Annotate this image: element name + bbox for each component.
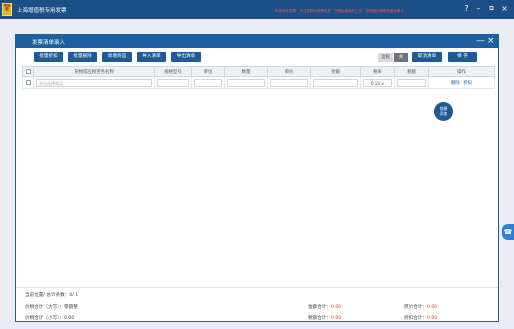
discount-total-value: 0.00 — [426, 316, 438, 321]
batch-delete-button[interactable]: 批量删除 — [68, 52, 97, 62]
amount-cell — [310, 76, 361, 89]
table-row: 双击选择商品 0.13 ∨ 删除 折扣 — [22, 76, 495, 89]
tax-total-value: 0.00 — [330, 316, 342, 321]
total-lower-value: 0.00 — [64, 316, 75, 321]
batch-discount-button[interactable]: 批量折扣 — [34, 52, 63, 62]
price-cell — [267, 76, 311, 89]
help-icon[interactable]: ? — [462, 3, 471, 14]
amount-total-value: 0.00 — [330, 305, 342, 310]
tax-amount-cell — [394, 76, 429, 89]
quantity-cell — [224, 76, 268, 89]
cancel-list-button[interactable]: 取消清单 — [412, 52, 442, 62]
col-tax-amount-header: 税额 — [394, 66, 429, 77]
tax-rate-cell: 0.13 ∨ — [360, 76, 395, 89]
side-support-tab[interactable]: ☎ — [502, 224, 514, 240]
discount-total: 折扣合计：0.00 — [404, 315, 437, 321]
app-warning-text: 剩余可开发票 · 请注意核对发票信息 · 开具后请及时上传 · 如有疑问请联系服… — [275, 9, 405, 13]
app-titlebar: 增值税 上海增值税专用发票 剩余可开发票 · 请注意核对发票信息 · 开具后请及… — [0, 0, 514, 19]
spec-cell — [154, 76, 192, 89]
amount-total-label: 金额合计： — [308, 305, 331, 310]
dialog-close-icon[interactable]: × — [487, 36, 495, 47]
quantity-input[interactable] — [227, 78, 265, 87]
chevron-down-icon: ∨ — [381, 80, 385, 86]
tax-total-label: 税额合计： — [308, 316, 331, 321]
add-item-button[interactable]: 新增商品 — [102, 52, 132, 62]
dialog-header: 发票清单录入 — × — [16, 35, 498, 48]
quota-total-value: 0.00 — [426, 305, 438, 310]
total-lower: 价税合计（小写）：0.00 — [25, 315, 74, 321]
goods-table: 货物或应税劳务名称 规格型号 单位 数量 单价 金额 税率 税额 操作 双击选择… — [22, 66, 495, 89]
col-quantity-header: 数量 — [224, 66, 268, 77]
unit-input[interactable] — [194, 78, 222, 87]
import-list-button[interactable]: 导入清单 — [137, 52, 166, 62]
amount-input[interactable] — [313, 78, 358, 87]
col-amount-header: 金额 — [310, 66, 361, 77]
select-all-checkbox[interactable] — [25, 69, 31, 74]
spec-input[interactable] — [157, 78, 189, 87]
close-icon[interactable]: × — [500, 3, 509, 14]
discount-total-label: 折扣合计： — [404, 316, 427, 321]
goods-name-input[interactable]: 双击选择商品 — [36, 78, 152, 87]
col-tax-rate-header: 税率 — [360, 66, 395, 77]
col-unit-header: 单位 — [191, 66, 225, 77]
amount-total: 金额合计：0.00 — [308, 304, 341, 310]
total-upper: 价税合计（大写）：零圆整 — [25, 304, 78, 310]
name-cell: 双击选择商品 — [33, 76, 155, 89]
tax-amount-input[interactable] — [397, 78, 426, 87]
invoice-list-dialog: 发票清单录入 — × 批量折扣 批量删除 新增商品 导入清单 导出清单 含税 关… — [15, 34, 499, 322]
toolbar: 批量折扣 批量删除 新增商品 导入清单 导出清单 含税 关 取消清单 保 存 — [16, 48, 498, 64]
quick-add-label-line2: 添加 — [439, 111, 448, 116]
row-select-cell[interactable] — [22, 76, 34, 89]
col-ops-header: 操作 — [428, 66, 495, 77]
total-upper-value: 零圆整 — [64, 305, 78, 310]
tax-total: 税额合计：0.00 — [308, 315, 341, 321]
minimize-icon[interactable]: – — [474, 3, 483, 14]
row-checkbox[interactable] — [25, 80, 31, 85]
app-logo: 增值税 — [2, 3, 12, 16]
save-button[interactable]: 保 存 — [448, 52, 477, 62]
tax-rate-value: 0.13 — [370, 80, 380, 86]
app-title: 上海增值税专用发票 — [17, 8, 67, 14]
unit-cell — [191, 76, 225, 89]
tax-included-toggle[interactable]: 含税 — [378, 53, 393, 62]
tax-rate-select[interactable]: 0.13 ∨ — [363, 78, 392, 87]
summary-panel: 当前位置/ 总计条数：0/ 1 价税合计（大写）：零圆整 价税合计（小写）：0.… — [16, 287, 498, 321]
tax-excluded-toggle[interactable]: 关 — [394, 53, 408, 62]
quick-add-button[interactable]: 快捷 添加 — [434, 102, 453, 121]
table-header-row: 货物或应税劳务名称 规格型号 单位 数量 单价 金额 税率 税额 操作 — [22, 66, 495, 77]
discount-row-link[interactable]: 折扣 — [463, 81, 472, 86]
dialog-minimize-icon[interactable]: — — [476, 36, 485, 47]
dialog-title: 发票清单录入 — [32, 40, 66, 46]
col-spec-header: 规格型号 — [154, 66, 192, 77]
ops-cell: 删除 折扣 — [428, 76, 495, 89]
col-name-header: 货物或应税劳务名称 — [33, 66, 155, 77]
quota-total-label: 原价合计： — [404, 305, 427, 310]
quota-total: 原价合计：0.00 — [404, 304, 437, 310]
export-list-button[interactable]: 导出清单 — [171, 52, 201, 62]
delete-row-link[interactable]: 删除 — [451, 81, 460, 86]
restore-icon[interactable]: ⧉ — [487, 3, 496, 14]
price-input[interactable] — [270, 78, 308, 87]
total-upper-label: 价税合计（大写）： — [25, 305, 65, 310]
total-lower-label: 价税合计（小写）： — [25, 316, 65, 321]
col-price-header: 单价 — [267, 66, 311, 77]
position-value: 0/ 1 — [69, 293, 79, 298]
position-info: 当前位置/ 总计条数：0/ 1 — [25, 292, 78, 298]
phone-icon: ☎ — [503, 228, 513, 236]
position-label: 当前位置/ 总计条数： — [25, 293, 70, 298]
select-all-header[interactable] — [22, 66, 34, 77]
